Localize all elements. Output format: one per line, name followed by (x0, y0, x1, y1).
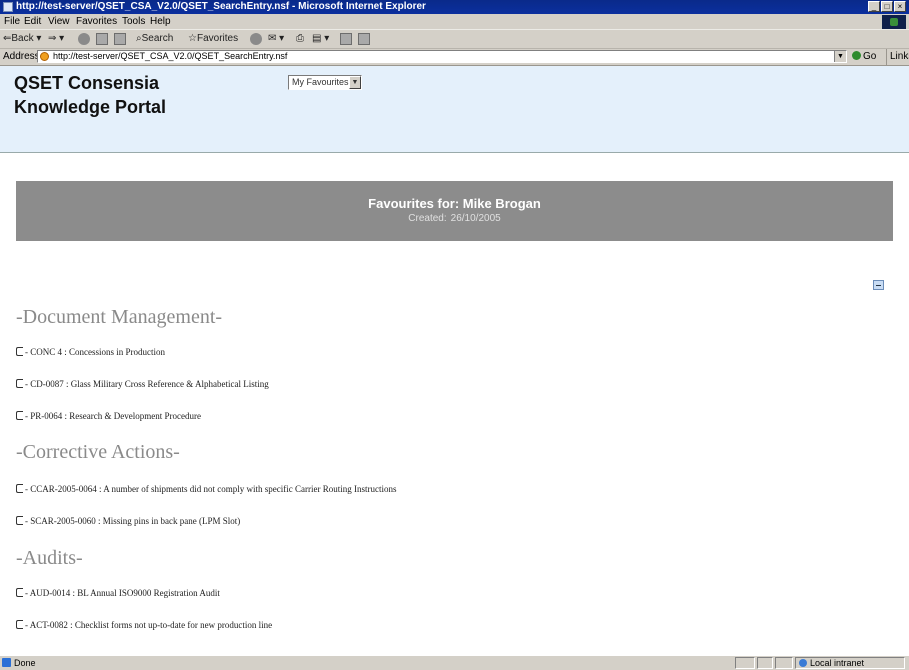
menu-view[interactable]: View (48, 14, 70, 29)
document-link[interactable]: - CCAR-2005-0064 : A number of shipments… (25, 484, 396, 494)
address-dropdown-arrow[interactable]: ▼ (834, 51, 846, 62)
banner-title: Favourites for: Mike Brogan (368, 196, 541, 211)
status-cell-blank (775, 657, 793, 669)
security-zone[interactable]: Local intranet (795, 657, 905, 669)
minimize-button[interactable]: _ (868, 1, 880, 12)
ie-app-icon[interactable] (3, 2, 13, 12)
list-item[interactable]: - CONC 4 : Concessions in Production (16, 345, 165, 359)
security-zone-label: Local intranet (810, 658, 865, 668)
section-heading-document-management: -Document Management- (16, 306, 223, 328)
print-button[interactable]: ⎙ (296, 30, 304, 48)
document-icon (16, 620, 23, 629)
page-favicon (40, 52, 49, 61)
section-heading-audits: -Audits- (16, 547, 83, 569)
window-title-bar[interactable]: http://test-server/QSET_CSA_V2.0/QSET_Se… (0, 0, 909, 14)
history-icon[interactable] (250, 33, 262, 45)
document-link[interactable]: - PR-0064 : Research & Development Proce… (25, 411, 201, 421)
forward-button[interactable]: ⇒ ▾ (48, 30, 64, 48)
mail-button[interactable]: ✉ ▾ (268, 30, 284, 48)
menu-favorites[interactable]: Favorites (76, 14, 117, 29)
status-bar: Done Local intranet (0, 655, 909, 670)
address-input[interactable]: http://test-server/QSET_CSA_V2.0/QSET_Se… (37, 50, 847, 63)
maximize-button[interactable]: □ (881, 1, 893, 12)
favorites-label: Favorites (196, 33, 239, 44)
go-button[interactable]: Go (852, 49, 876, 65)
go-label: Go (863, 51, 877, 62)
portal-title: QSET Consensia Knowledge Portal (14, 71, 166, 119)
portal-header: QSET Consensia Knowledge Portal My Favou… (0, 66, 909, 153)
links-button[interactable]: Links (886, 49, 909, 65)
favorites-icon: ☆ (188, 33, 197, 44)
intranet-icon (799, 659, 807, 667)
document-link[interactable]: - SCAR-2005-0060 : Missing pins in back … (25, 516, 240, 526)
menu-bar: File Edit View Favorites Tools Help (0, 14, 909, 30)
section-heading-corrective-actions: -Corrective Actions- (16, 441, 180, 463)
created-label: Created: (408, 213, 447, 224)
status-cell-progress (735, 657, 755, 669)
stop-icon[interactable] (78, 33, 90, 45)
menu-help[interactable]: Help (150, 14, 171, 29)
edit-button[interactable]: ▤ ▾ (312, 30, 329, 48)
favorites-button[interactable]: ☆Favorites (188, 30, 238, 48)
address-bar: Address http://test-server/QSET_CSA_V2.0… (0, 49, 909, 66)
document-icon (16, 484, 23, 493)
chevron-down-icon[interactable]: ▼ (349, 76, 361, 89)
portal-title-line2: Knowledge Portal (14, 97, 167, 117)
home-icon[interactable] (114, 33, 126, 45)
document-icon (16, 588, 23, 597)
refresh-icon[interactable] (96, 33, 108, 45)
document-link[interactable]: - CD-0087 : Glass Military Cross Referen… (25, 379, 269, 389)
window-title: http://test-server/QSET_CSA_V2.0/QSET_Se… (16, 1, 426, 12)
standard-toolbar: ⇐Back ▾ ⇒ ▾ ⌕Search ☆Favorites ✉ ▾ ⎙ ▤ ▾ (0, 30, 909, 49)
document-icon (16, 516, 23, 525)
created-date: Created: 26/10/2005 (16, 213, 893, 225)
address-label: Address (3, 51, 40, 62)
favourites-select[interactable]: My Favourites ▼ (288, 75, 362, 90)
document-icon (16, 379, 23, 388)
collapse-icon[interactable] (873, 280, 884, 290)
windows-logo-throbber (882, 15, 906, 29)
menu-file[interactable]: File (4, 14, 20, 29)
menu-edit[interactable]: Edit (24, 14, 41, 29)
status-cell-lock (757, 657, 773, 669)
document-link[interactable]: - CONC 4 : Concessions in Production (25, 347, 165, 357)
portal-title-line1: QSET Consensia (14, 73, 160, 93)
favourites-select-value: My Favourites (292, 77, 349, 87)
search-label: Search (141, 33, 174, 44)
list-item[interactable]: - CD-0087 : Glass Military Cross Referen… (16, 377, 269, 391)
window-controls: _ □ × (867, 1, 906, 13)
document-link[interactable]: - ACT-0082 : Checklist forms not up-to-d… (25, 620, 272, 630)
favourites-banner: Favourites for: Mike Brogan Created: 26/1… (16, 181, 893, 241)
list-item[interactable]: - AUD-0014 : BL Annual ISO9000 Registrat… (16, 586, 220, 600)
address-url[interactable]: http://test-server/QSET_CSA_V2.0/QSET_Se… (53, 51, 287, 62)
document-link[interactable]: - AUD-0014 : BL Annual ISO9000 Registrat… (25, 588, 220, 598)
go-arrow-icon (852, 51, 861, 60)
menu-tools[interactable]: Tools (122, 14, 145, 29)
back-button[interactable]: ⇐Back ▾ (3, 30, 41, 48)
list-item[interactable]: - SCAR-2005-0060 : Missing pins in back … (16, 514, 240, 528)
status-text: Done (14, 658, 36, 668)
messenger-icon[interactable] (358, 33, 370, 45)
document-icon (16, 411, 23, 420)
search-button[interactable]: ⌕Search (136, 30, 173, 48)
created-date-value: 26/10/2005 (450, 213, 501, 224)
close-button[interactable]: × (894, 1, 906, 12)
list-item[interactable]: - PR-0064 : Research & Development Proce… (16, 409, 201, 423)
list-item[interactable]: - CCAR-2005-0064 : A number of shipments… (16, 482, 396, 496)
list-item[interactable]: - ACT-0082 : Checklist forms not up-to-d… (16, 618, 272, 632)
document-icon (16, 347, 23, 356)
page-done-icon (2, 658, 11, 667)
back-label: Back (11, 33, 34, 44)
discuss-icon[interactable] (340, 33, 352, 45)
